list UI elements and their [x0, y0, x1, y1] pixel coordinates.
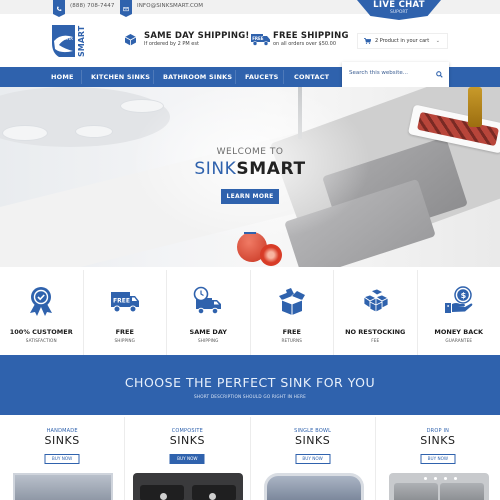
buy-now-button[interactable]: BUY NOW: [295, 454, 331, 464]
product-title: SINKS: [295, 434, 331, 447]
section-subtitle: SHORT DESCRIPTION SHOULD GO RIGHT IN HER…: [194, 394, 306, 399]
hero-welcome-text: WELCOME TO: [216, 147, 284, 157]
cart-icon: [364, 38, 371, 44]
nav-divider: [283, 70, 284, 84]
live-chat-title: LIVE CHAT: [373, 0, 425, 10]
section-title: CHOOSE THE PERFECT SINK FOR YOU: [124, 375, 376, 390]
nav-kitchen-sinks[interactable]: KITCHEN SINKS: [91, 67, 150, 87]
feature-subtitle: RETURNS: [281, 338, 303, 343]
feature-item: FREE RETURNS: [251, 270, 334, 355]
nav-home[interactable]: HOME: [51, 67, 74, 87]
free-truck-icon: FREE: [110, 292, 139, 313]
nav-bathroom-sinks[interactable]: BATHROOM SINKS: [163, 67, 232, 87]
phone-icon: [53, 0, 65, 17]
feature-subtitle: SHIPPING: [114, 338, 135, 343]
nav-faucets[interactable]: FAUCETS: [245, 67, 279, 87]
live-chat-subtitle: SUPORT: [390, 10, 408, 15]
hero-banner: WELCOME TO SINKSMART LEARN MORE: [0, 87, 500, 267]
product-card: DROP IN SINKS BUY NOW: [376, 417, 500, 500]
buy-now-button[interactable]: BUY NOW: [44, 454, 80, 464]
feature-subtitle: SATISFACTION: [25, 338, 57, 343]
live-chat-button[interactable]: LIVE CHAT SUPORT: [357, 0, 441, 20]
feature-title: 100% CUSTOMER: [9, 328, 73, 336]
feature-title: FREE: [115, 328, 134, 336]
faucet-hole-graphic: [423, 477, 427, 480]
clock-truck-icon: [193, 286, 222, 315]
header-feature-free-shipping: FREE SHIPPING on all orders over $50.00: [273, 32, 349, 48]
sink-bowl-graphic: [393, 483, 438, 500]
box-icon: [124, 34, 137, 46]
free-truck-icon: FREE: [251, 34, 270, 46]
buy-now-button[interactable]: BUY NOW: [169, 454, 205, 464]
feature-title: SAME DAY: [189, 328, 227, 336]
faucet-hole-graphic: [433, 477, 437, 480]
feature-title: NO RESTOCKING: [345, 328, 406, 336]
product-categories: HANDMADE SINKS BUY NOW COMPOSITE SINKS B…: [0, 417, 500, 500]
email-icon: [120, 0, 132, 17]
cart-dropdown[interactable]: 2 Product in your cart ⌄: [357, 33, 448, 49]
feature-item: NO RESTOCKING FEE: [334, 270, 418, 355]
buy-now-button[interactable]: BUY NOW: [420, 454, 456, 464]
header-feature-title: SAME DAY SHIPPING!: [144, 31, 250, 41]
hero-brand-title: SINKSMART: [0, 159, 500, 179]
product-card: HANDMADE SINKS BUY NOW: [0, 417, 126, 500]
search-input[interactable]: [349, 70, 429, 76]
header-feature-subtitle: If ordered by 2 PM est: [144, 41, 199, 47]
phone-number[interactable]: (888) 708-7447: [70, 3, 114, 9]
hero-brand-part2: SMART: [236, 159, 306, 179]
drop-in-sink-image[interactable]: [388, 473, 489, 500]
faucet-hole-graphic: [443, 477, 447, 480]
product-title: SINKS: [420, 434, 456, 447]
svg-text:FREE: FREE: [113, 298, 130, 305]
feature-item: FREE FREE SHIPPING: [84, 270, 167, 355]
feature-subtitle: GUARANTEE: [445, 338, 473, 343]
boxes-stack-icon: [363, 288, 390, 313]
product-title: SINKS: [44, 434, 80, 447]
feature-item: SAME DAY SHIPPING: [167, 270, 251, 355]
hero-brand-part1: SINK: [194, 159, 237, 179]
chevron-down-icon: ⌄: [435, 38, 440, 44]
nav-divider: [81, 70, 82, 84]
handmade-sink-image[interactable]: [13, 473, 113, 500]
svg-text:$: $: [460, 291, 466, 300]
header-feature-same-day: SAME DAY SHIPPING! If ordered by 2 PM es…: [144, 32, 249, 48]
svg-text:FREE: FREE: [252, 36, 264, 41]
composite-sink-image[interactable]: [133, 473, 244, 500]
sinksmart-logo[interactable]: Sink SMART: [51, 23, 89, 59]
search-icon[interactable]: [436, 71, 443, 78]
open-box-icon: [278, 288, 305, 315]
product-card: SINGLE BOWL SINKS BUY NOW: [251, 417, 376, 500]
feature-subtitle: SHIPPING: [197, 338, 219, 343]
header-feature-subtitle: on all orders over $50.00: [273, 41, 337, 47]
faucet-hole-graphic: [453, 477, 457, 480]
nav-divider: [153, 70, 154, 84]
feature-item: 100% CUSTOMER SATISFACTION: [0, 270, 84, 355]
learn-more-button[interactable]: LEARN MORE: [221, 189, 279, 204]
feature-subtitle: FEE: [371, 338, 380, 343]
choose-sink-banner: CHOOSE THE PERFECT SINK FOR YOU SHORT DE…: [0, 355, 500, 415]
feature-title: MONEY BACK: [434, 328, 484, 336]
header-feature-title: FREE SHIPPING: [273, 31, 349, 41]
cart-summary: 2 Product in your cart: [375, 38, 430, 44]
nav-contact[interactable]: CONTACT: [294, 67, 329, 87]
email-address[interactable]: INFO@SINKSMART.COM: [137, 3, 203, 9]
feature-item: $ MONEY BACK GUARANTEE: [418, 270, 500, 355]
single-bowl-sink-image[interactable]: [263, 473, 364, 500]
product-card: COMPOSITE SINKS BUY NOW: [125, 417, 251, 500]
svg-text:Sink: Sink: [62, 36, 73, 42]
sink-bowl-graphic: [439, 483, 484, 500]
feature-title: FREE: [282, 328, 301, 336]
product-title: SINKS: [169, 434, 205, 447]
search-box: [342, 62, 449, 88]
slider-indicator[interactable]: [244, 232, 256, 234]
features-row: 100% CUSTOMER SATISFACTION FREE FREE SHI…: [0, 270, 500, 355]
award-badge-icon: [30, 287, 53, 316]
nav-divider: [235, 70, 236, 84]
svg-text:SMART: SMART: [77, 25, 86, 57]
money-hand-icon: $: [444, 286, 473, 313]
